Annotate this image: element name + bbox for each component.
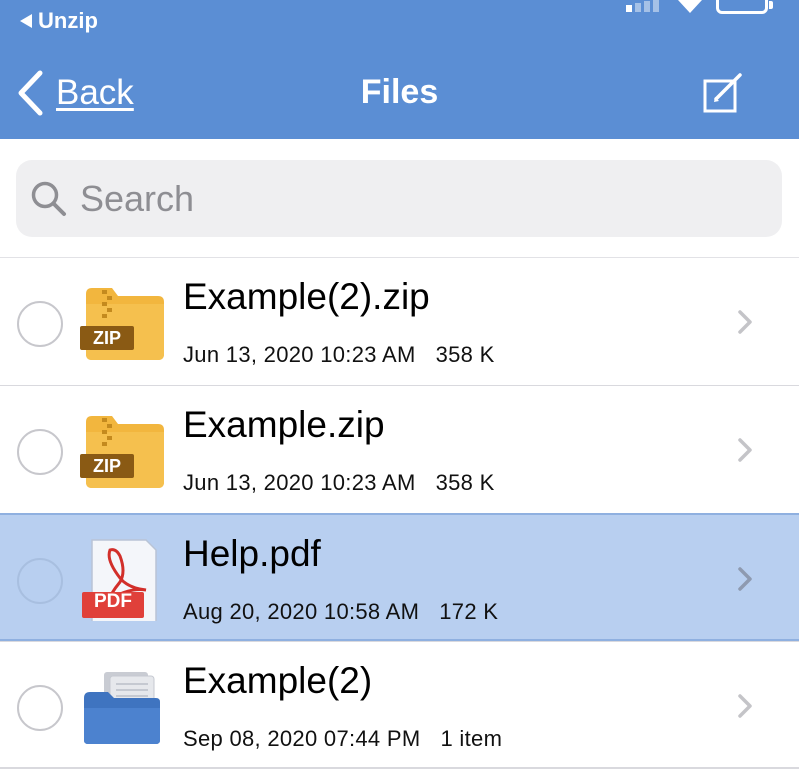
file-date: Sep 08, 2020 07:44 PM	[183, 726, 421, 751]
file-name: Example(2).zip	[183, 276, 430, 317]
file-meta: Sep 08, 2020 07:44 PM 1 item	[183, 726, 502, 752]
back-triangle-icon	[20, 14, 32, 28]
zip-folder-icon	[80, 416, 164, 488]
navigation-bar: Unzip Back Files	[0, 0, 799, 139]
status-back-app-label: Unzip	[38, 8, 98, 33]
file-date: Aug 20, 2020 10:58 AM	[183, 599, 420, 624]
file-row[interactable]: Example(2) Sep 08, 2020 07:44 PM 1 item	[0, 641, 799, 769]
file-name: Example(2)	[183, 660, 373, 701]
zip-badge: ZIP	[92, 328, 121, 348]
file-size: 358 K	[435, 342, 495, 367]
folder-icon	[84, 672, 160, 744]
search-input[interactable]	[80, 177, 740, 220]
status-back-to-app[interactable]: Unzip	[20, 8, 98, 34]
back-button[interactable]: Back	[16, 70, 134, 116]
select-radio[interactable]	[17, 558, 63, 604]
file-date: Jun 13, 2020 10:23 AM	[183, 470, 416, 495]
file-row[interactable]: ZIP Example.zip Jun 13, 2020 10:23 AM 358…	[0, 385, 799, 513]
cellular-signal-icon	[626, 0, 659, 12]
file-size: 358 K	[435, 470, 495, 495]
file-date: Jun 13, 2020 10:23 AM	[183, 342, 416, 367]
select-radio[interactable]	[17, 429, 63, 475]
file-row-selected[interactable]: PDF Help.pdf Aug 20, 2020 10:58 AM 172 K	[0, 513, 799, 641]
file-name: Example.zip	[183, 404, 385, 445]
file-meta: Jun 13, 2020 10:23 AM 358 K	[183, 470, 495, 496]
zip-badge: ZIP	[92, 456, 121, 476]
chevron-left-icon	[18, 70, 43, 116]
wifi-icon	[678, 0, 702, 13]
zip-folder-icon	[80, 288, 164, 360]
compose-icon[interactable]	[700, 72, 746, 114]
chevron-right-icon	[738, 567, 752, 591]
chevron-right-icon	[738, 310, 752, 334]
battery-icon	[716, 0, 773, 14]
chevron-right-icon	[738, 438, 752, 462]
file-size: 172 K	[439, 599, 499, 624]
file-row[interactable]: ZIP Example(2).zip Jun 13, 2020 10:23 AM…	[0, 257, 799, 385]
file-size: 1 item	[440, 726, 503, 751]
chevron-right-icon	[738, 694, 752, 718]
file-list: ZIP Example(2).zip Jun 13, 2020 10:23 AM…	[0, 257, 799, 769]
file-meta: Jun 13, 2020 10:23 AM 358 K	[183, 342, 495, 368]
back-button-label: Back	[56, 73, 134, 112]
file-name: Help.pdf	[183, 533, 321, 574]
file-meta: Aug 20, 2020 10:58 AM 172 K	[183, 599, 498, 625]
select-radio[interactable]	[17, 685, 63, 731]
search-icon	[31, 181, 66, 216]
pdf-badge: PDF	[94, 591, 132, 612]
search-bar[interactable]	[16, 160, 782, 237]
select-radio[interactable]	[17, 301, 63, 347]
